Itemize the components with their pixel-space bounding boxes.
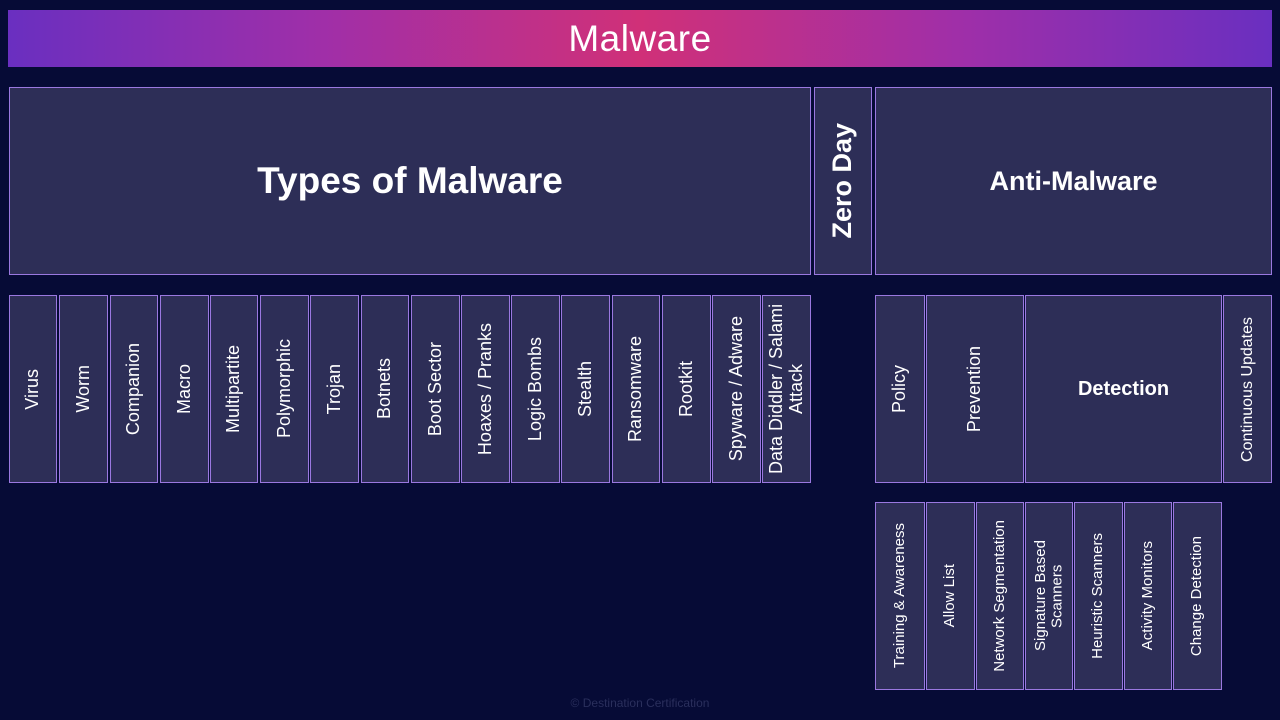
sub-item-label: Allow List bbox=[941, 564, 959, 628]
sub-item-label: Activity Monitors bbox=[1138, 541, 1156, 651]
malware-type-spyware-adware: Spyware / Adware bbox=[712, 295, 761, 483]
malware-type-label: Trojan bbox=[323, 363, 344, 415]
sub-item-allow-list: Allow List bbox=[926, 502, 975, 690]
malware-type-label: Logic Bombs bbox=[524, 336, 545, 442]
malware-type-label: Polymorphic bbox=[273, 339, 294, 439]
malware-type-logic-bombs: Logic Bombs bbox=[511, 295, 560, 483]
malware-type-hoaxes-pranks: Hoaxes / Pranks bbox=[461, 295, 510, 483]
anti-malware-heading: Anti-Malware bbox=[989, 165, 1158, 196]
types-of-malware-heading: Types of Malware bbox=[257, 160, 563, 201]
sub-item-signature-scanners: Signature Based Scanners bbox=[1025, 502, 1073, 690]
malware-type-ransomware: Ransomware bbox=[612, 295, 660, 483]
malware-type-label: Botnets bbox=[374, 358, 395, 420]
zero-day-box: Zero Day bbox=[814, 87, 872, 275]
types-of-malware-box: Types of Malware bbox=[9, 87, 811, 275]
malware-type-label: Stealth bbox=[574, 360, 595, 418]
prevention-label: Prevention bbox=[964, 345, 985, 433]
malware-type-label: Worm bbox=[72, 365, 93, 413]
sub-item-label: Change Detection bbox=[1188, 535, 1206, 657]
malware-type-label: Rootkit bbox=[675, 360, 696, 418]
sub-item-label: Network Segmentation bbox=[990, 520, 1008, 672]
sub-item-change-detection: Change Detection bbox=[1173, 502, 1222, 690]
malware-type-label: Boot Sector bbox=[424, 341, 445, 437]
policy-label: Policy bbox=[889, 364, 910, 413]
malware-type-label: Companion bbox=[123, 342, 144, 436]
malware-type-stealth: Stealth bbox=[561, 295, 610, 483]
sub-item-heuristic-scanners: Heuristic Scanners bbox=[1074, 502, 1123, 690]
sub-item-network-segmentation: Network Segmentation bbox=[976, 502, 1024, 690]
sub-item-label: Signature Based Scanners bbox=[1031, 540, 1066, 652]
malware-type-label: Data Diddler / Salami Attack bbox=[765, 303, 806, 475]
malware-type-macro: Macro bbox=[160, 295, 209, 483]
malware-type-polymorphic: Polymorphic bbox=[260, 295, 309, 483]
copyright-footer: © Destination Certification bbox=[570, 696, 710, 710]
title-banner: Malware bbox=[8, 10, 1272, 67]
malware-type-trojan: Trojan bbox=[310, 295, 359, 483]
sub-item-label: Training & Awareness bbox=[890, 523, 908, 669]
malware-type-multipartite: Multipartite bbox=[210, 295, 258, 483]
malware-type-rootkit: Rootkit bbox=[662, 295, 711, 483]
malware-type-companion: Companion bbox=[110, 295, 158, 483]
malware-type-label: Hoaxes / Pranks bbox=[474, 322, 495, 456]
prevention-box: Prevention bbox=[926, 295, 1024, 483]
detection-label: Detection bbox=[1077, 377, 1170, 400]
anti-malware-box: Anti-Malware bbox=[875, 87, 1272, 275]
malware-type-virus: Virus bbox=[9, 295, 57, 483]
detection-box: Detection bbox=[1025, 295, 1222, 483]
malware-type-worm: Worm bbox=[59, 295, 108, 483]
malware-type-botnets: Botnets bbox=[361, 295, 409, 483]
malware-type-label: Spyware / Adware bbox=[725, 316, 746, 462]
sub-item-label: Heuristic Scanners bbox=[1089, 533, 1107, 659]
malware-type-boot-sector: Boot Sector bbox=[411, 295, 460, 483]
page-title: Malware bbox=[568, 17, 712, 59]
malware-type-label: Multipartite bbox=[223, 344, 244, 434]
continuous-updates-box: Continuous Updates bbox=[1223, 295, 1272, 483]
malware-type-label: Ransomware bbox=[625, 335, 646, 443]
malware-type-label: Macro bbox=[173, 363, 194, 414]
malware-type-data-diddler: Data Diddler / Salami Attack bbox=[762, 295, 811, 483]
continuous-updates-label: Continuous Updates bbox=[1238, 316, 1256, 462]
zero-day-heading: Zero Day bbox=[827, 123, 858, 239]
sub-item-activity-monitors: Activity Monitors bbox=[1124, 502, 1172, 690]
sub-item-training-awareness: Training & Awareness bbox=[875, 502, 925, 690]
policy-box: Policy bbox=[875, 295, 925, 483]
malware-type-label: Virus bbox=[22, 368, 43, 410]
